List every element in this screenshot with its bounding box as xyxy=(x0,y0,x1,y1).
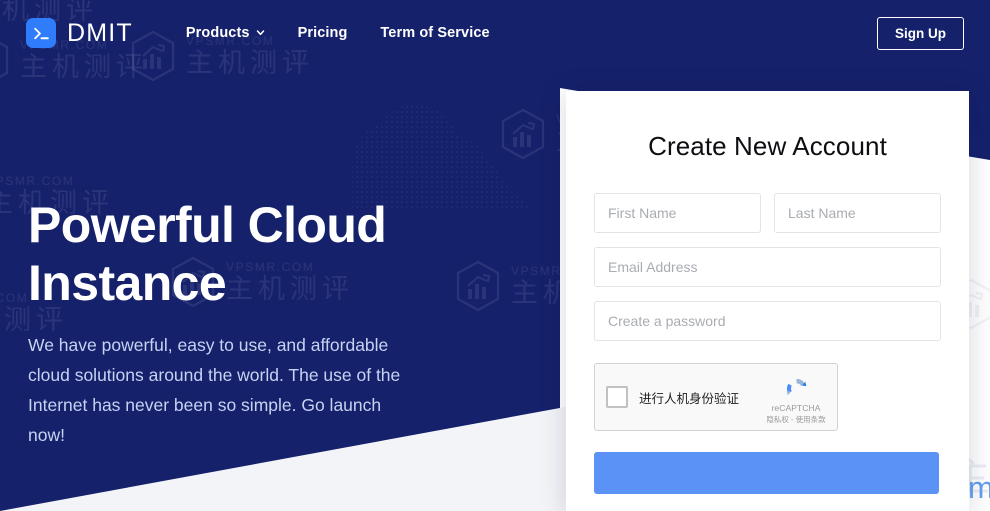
password-field-block xyxy=(594,301,941,341)
brand-logo-group[interactable]: DMIT xyxy=(26,18,133,48)
main-nav: Products Pricing Term of Service xyxy=(186,25,490,41)
recaptcha-icon xyxy=(765,375,827,402)
recaptcha-brand-name: reCAPTCHA xyxy=(771,403,821,413)
dotted-cloud-shape xyxy=(352,104,530,208)
nav-item-label: Products xyxy=(185,25,250,41)
brand-name: DMIT xyxy=(67,18,133,47)
nav-item-products[interactable]: Products xyxy=(186,25,265,41)
sign-up-button[interactable]: Sign Up xyxy=(877,16,964,50)
hero-heading: Powerful Cloud Instance xyxy=(28,197,387,311)
email-field-block xyxy=(594,247,941,287)
first-name-input[interactable] xyxy=(594,193,761,233)
card-title: Create New Account xyxy=(648,131,887,161)
terminal-prompt-icon xyxy=(26,18,56,48)
nav-item-term-of-service[interactable]: Term of Service xyxy=(380,25,489,41)
recaptcha-branding: reCAPTCHA 隐私权 - 使用条款 xyxy=(765,375,827,425)
hexagon-chart-icon xyxy=(455,260,501,312)
create-account-submit-button[interactable] xyxy=(594,452,939,494)
email-input[interactable] xyxy=(594,247,941,287)
nav-item-label: Term of Service xyxy=(380,25,490,41)
password-input[interactable] xyxy=(594,301,941,341)
chevron-down-icon xyxy=(256,28,265,37)
watermark-latin: VPSMR.COM xyxy=(0,174,75,188)
hero-section: Powerful Cloud Instance We have powerful… xyxy=(28,196,458,450)
hero-paragraph: We have powerful, easy to use, and affor… xyxy=(28,335,401,446)
top-navigation-bar: DMIT Products Pricing Term of Service Si… xyxy=(0,0,990,66)
recaptcha-terms[interactable]: 隐私权 - 使用条款 xyxy=(765,414,827,425)
name-field-row xyxy=(594,193,941,233)
recaptcha-widget[interactable]: 进行人机身份验证 reCAPTCHA 隐私权 - 使用条款 xyxy=(594,363,838,431)
recaptcha-label: 进行人机身份验证 xyxy=(639,391,740,406)
page-root: VPSMR.COM 主机测评 VPSMR.COM 主机测评 VPSMR.COM … xyxy=(0,0,990,511)
last-name-input[interactable] xyxy=(774,193,941,233)
hexagon-chart-icon xyxy=(500,108,546,160)
create-account-card: Create New Account 进行人机身份验证 xyxy=(566,91,969,511)
recaptcha-checkbox[interactable] xyxy=(606,386,628,408)
nav-item-pricing[interactable]: Pricing xyxy=(298,25,348,41)
nav-item-label: Pricing xyxy=(297,25,348,41)
